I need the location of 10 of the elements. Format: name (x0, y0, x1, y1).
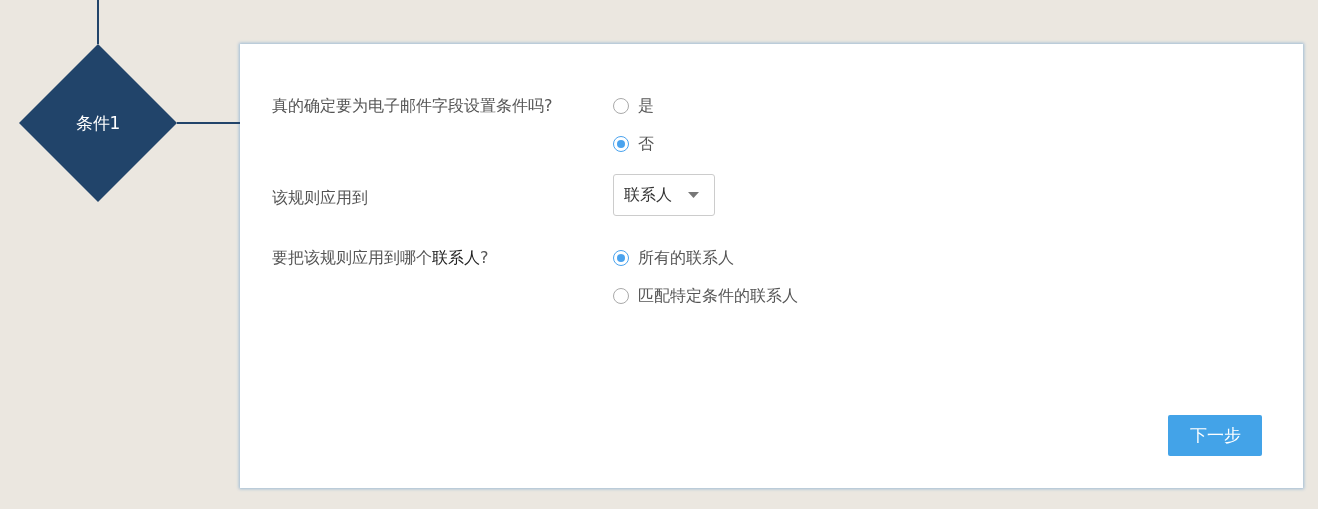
caret-icon (688, 192, 699, 198)
question-label: 该规则应用到 (272, 187, 369, 209)
dropdown[interactable]: 联系人 (613, 174, 715, 216)
question-label: 真的确定要为电子邮件字段设置条件吗? (272, 95, 554, 117)
node-label: 条件1 (74, 112, 122, 135)
option-label: 是 (638, 95, 654, 117)
option-label: 所有的联系人 (638, 247, 734, 269)
option-label: 否 (638, 133, 654, 155)
option-label: 匹配特定条件的联系人 (638, 285, 798, 307)
question-label: 要把该规则应用到哪个联系人? (272, 247, 490, 269)
